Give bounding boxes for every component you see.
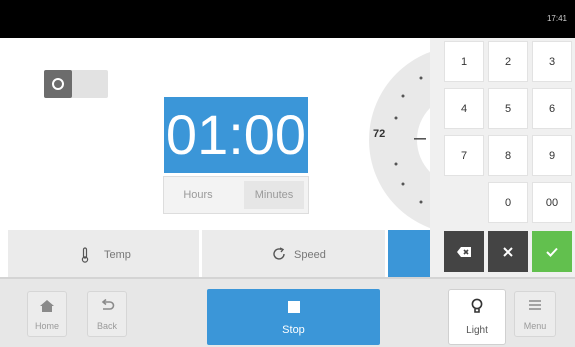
key-3[interactable]: 3 <box>532 41 572 82</box>
key-1[interactable]: 1 <box>444 41 484 82</box>
dial-tick <box>401 182 405 186</box>
key-7[interactable]: 7 <box>444 135 484 176</box>
key-9[interactable]: 9 <box>532 135 572 176</box>
key-8[interactable]: 8 <box>488 135 528 176</box>
main-area: 01:00 Hours Minutes 72 1 2 3 4 5 6 7 8 9… <box>8 38 575 277</box>
dial-tick <box>419 76 423 80</box>
home-icon <box>40 300 54 312</box>
back-arrow-icon <box>101 299 115 310</box>
power-icon <box>52 78 64 90</box>
dial-tick <box>394 162 398 166</box>
status-bar: 17:41 <box>0 0 575 38</box>
light-label: Light <box>466 325 488 336</box>
tab-hours[interactable]: Hours <box>168 181 228 209</box>
timer-display[interactable]: 01:00 <box>164 97 308 173</box>
key-0[interactable]: 0 <box>488 182 528 223</box>
time-unit-tabs: Hours Minutes <box>163 176 309 214</box>
home-button[interactable]: Home <box>27 291 67 337</box>
back-button[interactable]: Back <box>87 291 127 337</box>
stop-button[interactable]: Stop <box>207 289 380 345</box>
dial-value: 72 <box>373 128 386 140</box>
key-00[interactable]: 00 <box>532 182 572 223</box>
light-button[interactable]: Light <box>448 289 506 345</box>
clear-icon <box>503 247 513 257</box>
status-clock: 17:41 <box>546 14 567 23</box>
menu-icon <box>529 300 541 310</box>
power-toggle[interactable] <box>44 70 108 98</box>
timer-panel: 01:00 Hours Minutes 72 <box>8 38 430 230</box>
clear-button[interactable] <box>488 231 528 272</box>
confirm-button[interactable] <box>532 231 572 272</box>
bottom-nav: Home Back Stop Light Menu <box>0 277 575 347</box>
active-indicator[interactable] <box>388 230 430 277</box>
menu-label: Menu <box>523 321 547 331</box>
menu-button[interactable]: Menu <box>514 291 556 337</box>
speed-button[interactable]: Speed <box>202 230 388 277</box>
stop-label: Stop <box>282 324 305 336</box>
rotate-icon <box>273 247 285 260</box>
dial-minus-icon[interactable] <box>414 138 426 140</box>
thermometer-icon <box>81 247 89 263</box>
temp-label: Temp <box>104 249 131 261</box>
lightbulb-icon <box>471 298 483 313</box>
dial-tick <box>394 116 398 120</box>
key-2[interactable]: 2 <box>488 41 528 82</box>
app-window: 17:41 01:00 Hours Minutes 72 1 2 3 4 5 6… <box>0 0 575 347</box>
backspace-button[interactable] <box>444 231 484 272</box>
key-6[interactable]: 6 <box>532 88 572 129</box>
speed-label: Speed <box>294 249 326 261</box>
key-5[interactable]: 5 <box>488 88 528 129</box>
dial-tick <box>419 200 423 204</box>
checkmark-icon <box>546 247 558 257</box>
temp-button[interactable]: Temp <box>8 230 202 277</box>
key-4[interactable]: 4 <box>444 88 484 129</box>
back-label: Back <box>96 321 117 331</box>
backspace-icon <box>457 247 471 257</box>
tab-minutes[interactable]: Minutes <box>244 181 304 209</box>
home-label: Home <box>34 321 59 331</box>
stop-icon <box>288 301 300 313</box>
dial-tick <box>401 94 405 98</box>
power-toggle-knob <box>44 70 72 98</box>
numpad: 1 2 3 4 5 6 7 8 9 0 00 <box>430 38 575 277</box>
